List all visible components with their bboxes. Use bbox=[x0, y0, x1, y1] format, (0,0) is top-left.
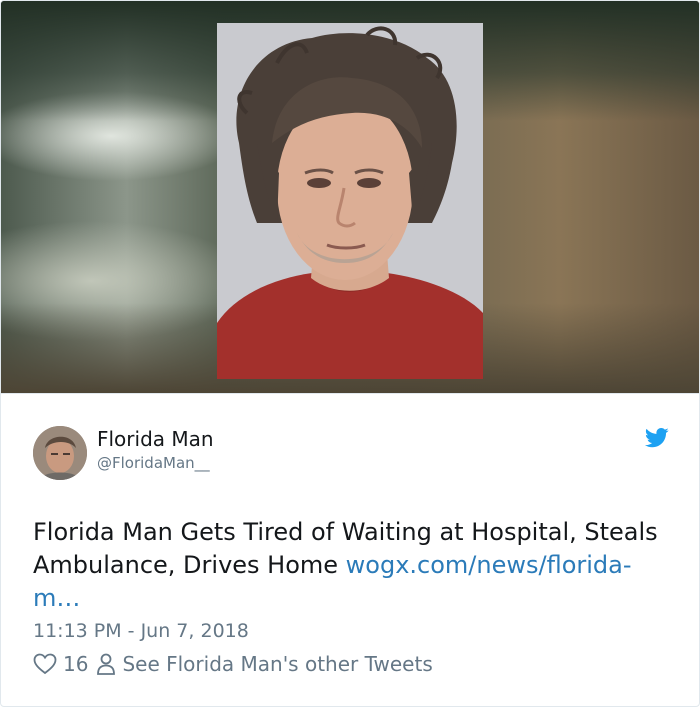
author-block[interactable]: Florida Man @FloridaMan__ bbox=[97, 427, 214, 473]
author-handle[interactable]: @FloridaMan__ bbox=[97, 453, 214, 473]
tweet-card: Florida Man @FloridaMan__ Florida Man Ge… bbox=[0, 0, 700, 707]
author-name[interactable]: Florida Man bbox=[97, 427, 214, 451]
tweet-actions: 16 See Florida Man's other Tweets bbox=[33, 652, 433, 676]
tweet-media[interactable] bbox=[1, 1, 699, 393]
tweet-timestamp[interactable]: 11:13 PM - Jun 7, 2018 bbox=[33, 620, 249, 642]
avatar[interactable] bbox=[33, 426, 87, 480]
mugshot-photo bbox=[217, 23, 483, 379]
tweet-text: Florida Man Gets Tired of Waiting at Hos… bbox=[33, 516, 673, 615]
heart-icon[interactable] bbox=[33, 653, 57, 675]
twitter-bird-icon[interactable] bbox=[644, 428, 669, 448]
see-other-tweets-link[interactable]: See Florida Man's other Tweets bbox=[122, 652, 432, 676]
like-count[interactable]: 16 bbox=[63, 652, 88, 676]
tweet-body: Florida Man @FloridaMan__ Florida Man Ge… bbox=[1, 393, 699, 706]
person-icon[interactable] bbox=[96, 653, 116, 675]
